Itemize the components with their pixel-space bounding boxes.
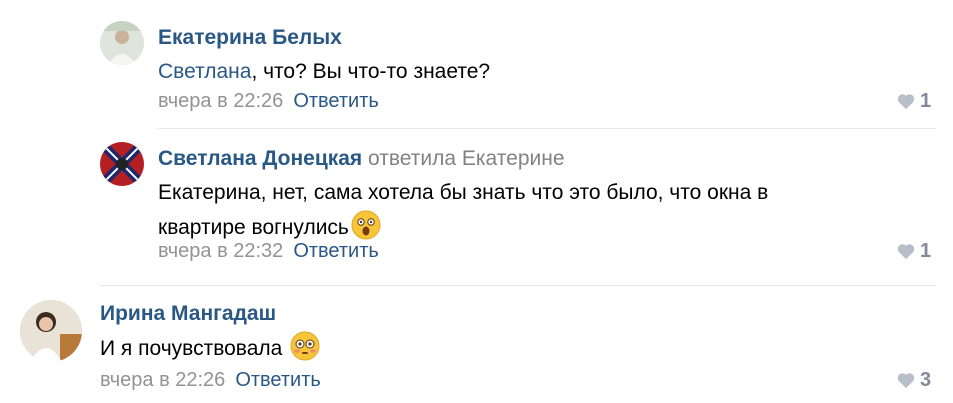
- comment-author: Светлана Донецкая ответила Екатерине: [158, 147, 565, 171]
- comment-meta: вчера в 22:32 Ответить: [158, 240, 379, 263]
- heart-icon: [897, 373, 915, 389]
- divider: [158, 128, 936, 129]
- comment-text-body: И я почувствовала: [100, 337, 283, 360]
- like-button[interactable]: 3: [896, 369, 931, 392]
- comment-text-body: , что? Вы что-то знаете?: [251, 60, 491, 83]
- like-button[interactable]: 1: [896, 90, 931, 113]
- flushed-face-emoji-icon: [290, 331, 320, 372]
- reply-button[interactable]: Ответить: [293, 240, 379, 262]
- comment-author[interactable]: Ирина Мангадаш: [100, 302, 276, 326]
- heart-icon: [897, 94, 915, 110]
- comment-time[interactable]: вчера в 22:26: [158, 90, 283, 112]
- reply-to-prefix: ответила: [368, 147, 457, 170]
- like-button[interactable]: 1: [896, 240, 931, 263]
- avatar-irina[interactable]: [20, 300, 82, 362]
- comment-text: Светлана, что? Вы что-то знаете?: [158, 55, 490, 89]
- comment-meta: вчера в 22:26 Ответить: [158, 90, 379, 113]
- author-name[interactable]: Светлана Донецкая: [158, 147, 362, 170]
- comment-text-line: Екатерина, нет, сама хотела бы знать что…: [158, 181, 769, 204]
- heart-icon: [897, 244, 915, 260]
- comment-time[interactable]: вчера в 22:26: [100, 369, 225, 391]
- like-count: 1: [920, 90, 932, 112]
- comment-meta: вчера в 22:26 Ответить: [100, 369, 321, 392]
- like-count: 1: [920, 240, 932, 262]
- reply-to-name[interactable]: Екатерине: [462, 147, 565, 170]
- reply-button[interactable]: Ответить: [293, 90, 379, 112]
- comment-text-line-2: квартире вогнулись: [158, 216, 349, 239]
- avatar-svetlana[interactable]: [100, 142, 144, 186]
- reply-button[interactable]: Ответить: [235, 369, 321, 391]
- avatar-ekaterina[interactable]: [100, 21, 144, 65]
- divider: [100, 285, 936, 286]
- comment-text: И я почувствовала: [100, 331, 320, 372]
- comment-author[interactable]: Екатерина Белых: [158, 26, 342, 50]
- comment-time[interactable]: вчера в 22:32: [158, 240, 283, 262]
- mention-link[interactable]: Светлана: [158, 60, 251, 83]
- like-count: 3: [920, 369, 932, 391]
- reply-to-label: ответила Екатерине: [368, 147, 565, 170]
